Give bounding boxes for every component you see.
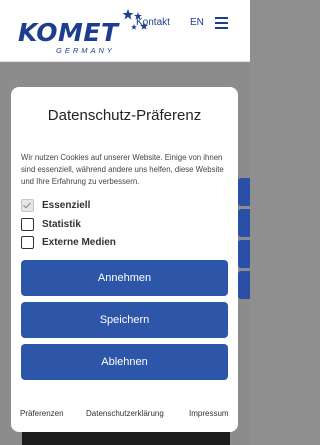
side-tab-share-icon[interactable] (238, 271, 250, 299)
hamburger-menu-icon[interactable] (215, 17, 228, 29)
komet-logo[interactable]: KOMET GERMANY (18, 8, 158, 58)
external-media-label[interactable]: Externe Medien (42, 237, 116, 248)
option-external-media[interactable]: Externe Medien (21, 235, 116, 249)
side-tab-mail-icon[interactable] (238, 178, 250, 206)
external-media-checkbox[interactable] (21, 235, 34, 249)
save-button[interactable]: Speichern (21, 302, 228, 338)
statistics-label[interactable]: Statistik (42, 219, 81, 230)
essential-label: Essenziell (42, 199, 91, 211)
essential-checkbox (21, 198, 34, 212)
side-tab-list-icon[interactable] (238, 209, 250, 237)
logo-subtitle: GERMANY (56, 46, 115, 55)
reject-button[interactable]: Ablehnen (21, 344, 228, 380)
preferences-link[interactable]: Präferenzen (20, 409, 64, 418)
option-essential: Essenziell (21, 198, 90, 212)
language-switch[interactable]: EN (190, 17, 204, 28)
accept-button[interactable]: Annehmen (21, 260, 228, 296)
side-tab-bar (238, 178, 250, 302)
dialog-title: Datenschutz-Präferenz (47, 107, 202, 124)
site-header: KOMET GERMANY Kontakt EN (0, 0, 250, 62)
dialog-description: Wir nutzen Cookies auf unserer Website. … (21, 153, 224, 186)
privacy-consent-dialog: Datenschutz-Präferenz Wir nutzen Cookies… (11, 87, 238, 432)
imprint-link[interactable]: Impressum (189, 409, 229, 418)
logo-wordmark: KOMET (18, 18, 119, 47)
page-content-strip (22, 432, 230, 445)
nav-contact-link[interactable]: Kontakt (136, 17, 170, 28)
option-statistics[interactable]: Statistik (21, 217, 81, 231)
side-tab-phone-icon[interactable] (238, 240, 250, 268)
privacy-policy-link[interactable]: Datenschutzerklärung (86, 409, 164, 418)
statistics-checkbox[interactable] (21, 217, 34, 231)
